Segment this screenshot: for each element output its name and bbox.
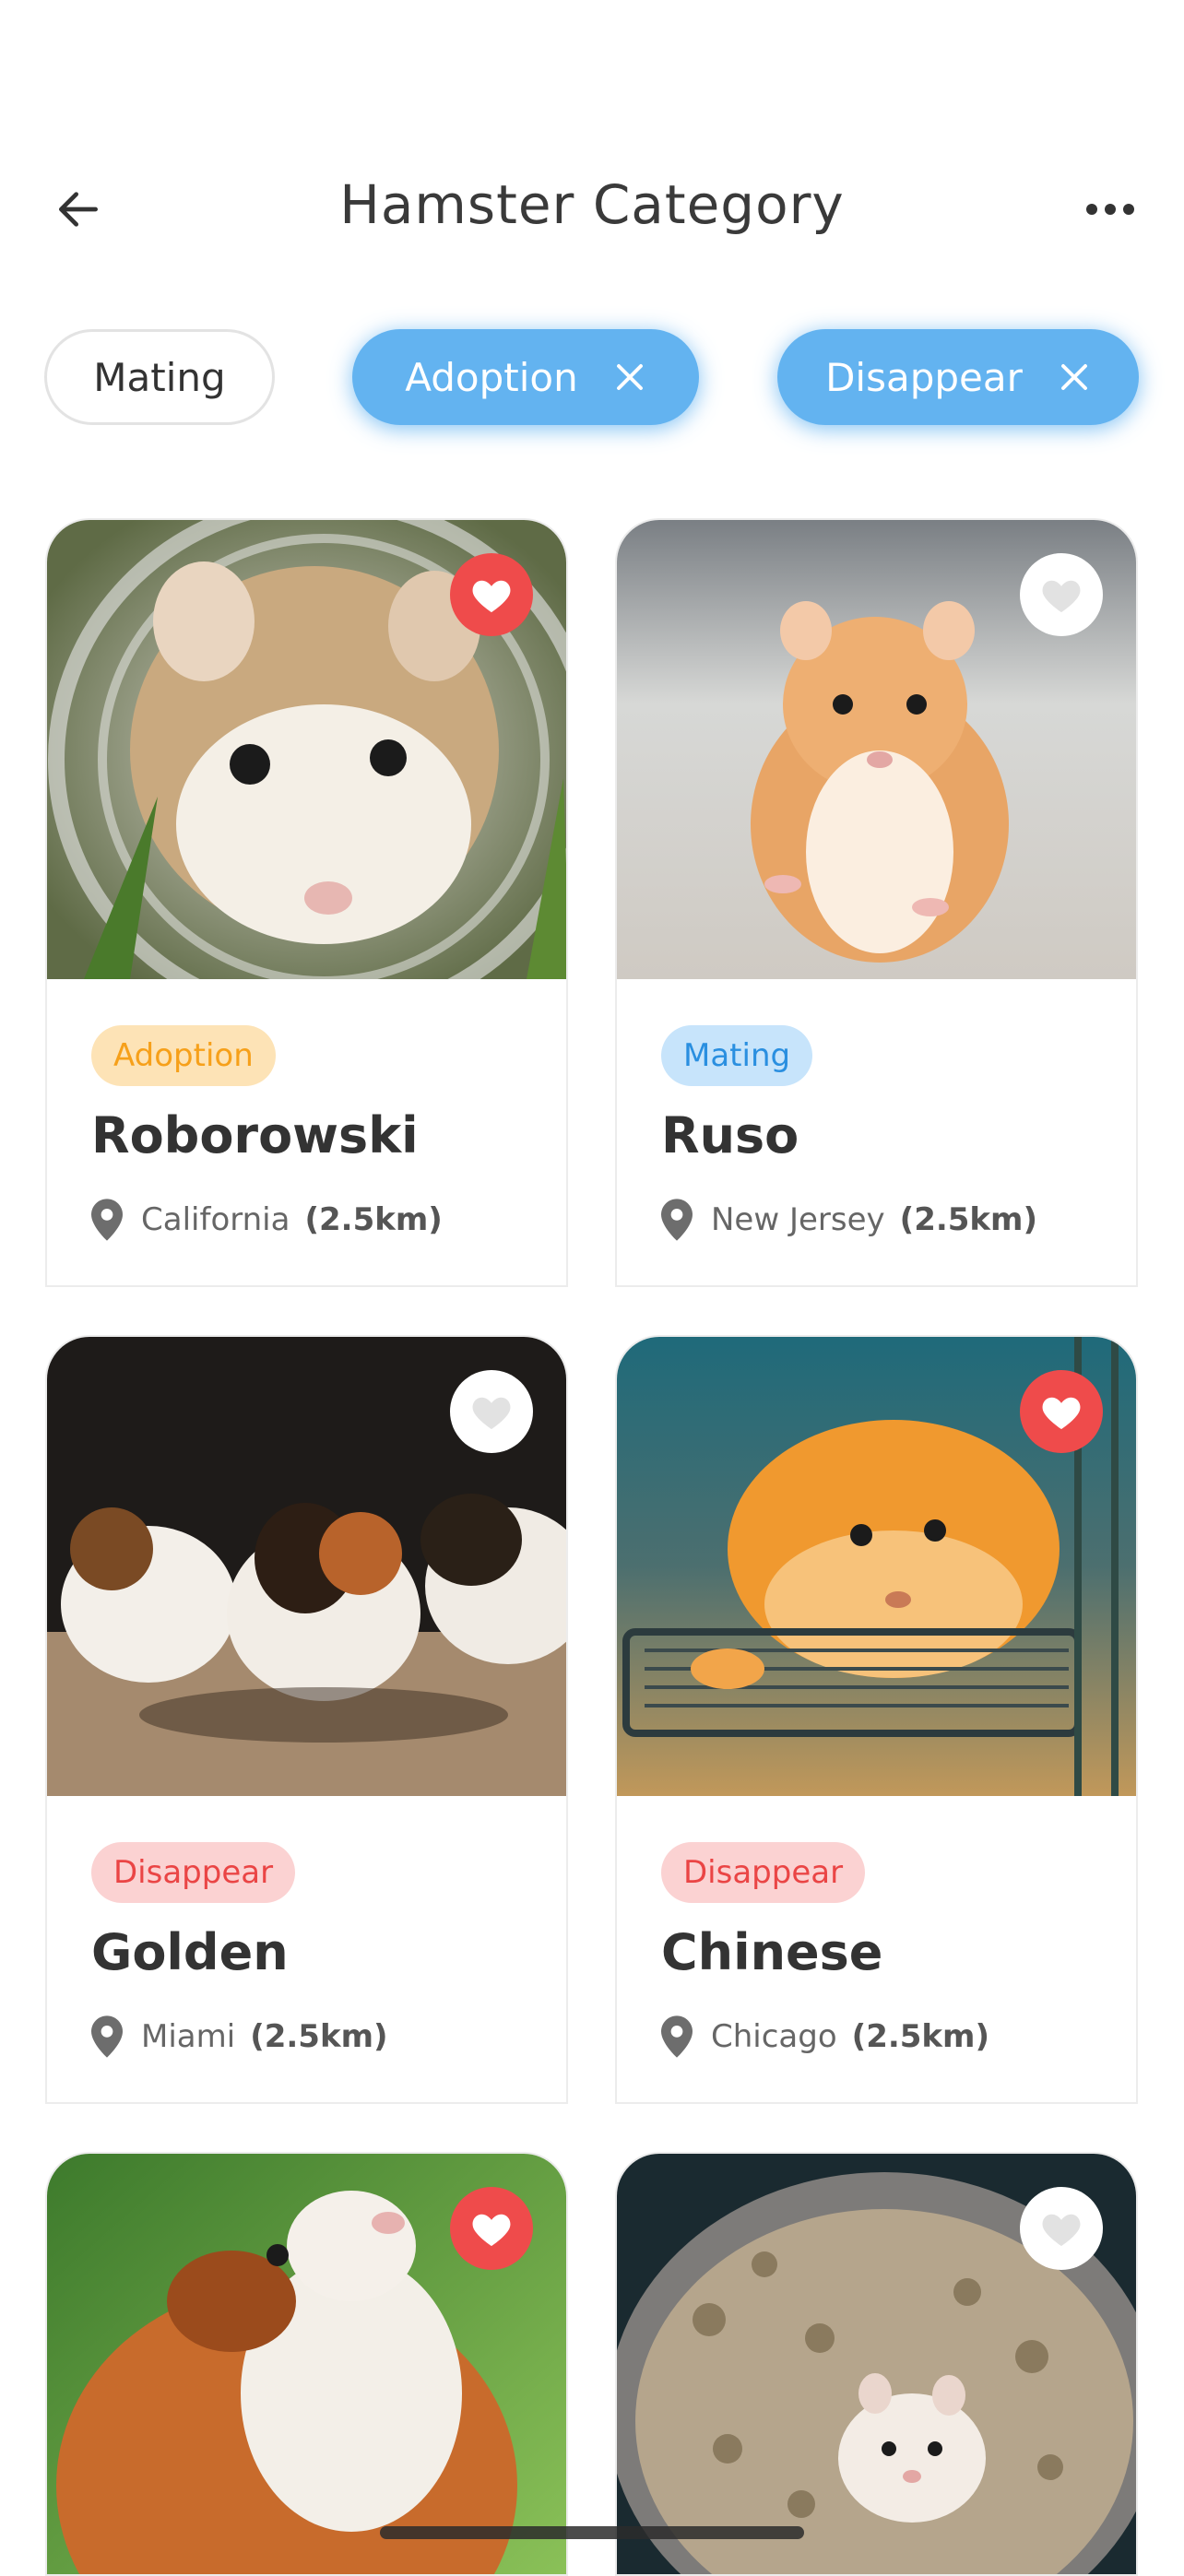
page-title: Hamster Category	[339, 173, 845, 236]
location-pin-icon	[661, 1199, 693, 1241]
status-badge: Disappear	[661, 1842, 866, 1903]
heart-icon	[472, 1397, 511, 1430]
heart-icon	[472, 580, 511, 613]
close-icon[interactable]	[613, 360, 646, 394]
favorite-button[interactable]	[450, 553, 533, 636]
home-indicator[interactable]	[380, 2526, 804, 2539]
location-name: Chicago	[711, 2018, 837, 2055]
distance: (2.5km)	[250, 2018, 388, 2055]
pet-name: Golden	[91, 1923, 289, 1981]
favorite-button[interactable]	[1020, 553, 1103, 636]
filter-chip-label: Mating	[93, 354, 226, 400]
location: Chicago (2.5km)	[661, 2015, 989, 2058]
close-icon[interactable]	[1058, 360, 1091, 394]
filter-chip-disappear[interactable]: Disappear	[777, 329, 1139, 425]
status-badge: Adoption	[91, 1025, 276, 1086]
location-name: New Jersey	[711, 1201, 885, 1238]
pet-name: Ruso	[661, 1106, 799, 1164]
favorite-button[interactable]	[1020, 1370, 1103, 1453]
location-name: California	[141, 1201, 290, 1238]
more-options-button[interactable]	[1073, 177, 1147, 242]
pet-card[interactable]: Disappear Chinese Chicago (2.5km)	[615, 1335, 1138, 2104]
filter-chip-label: Disappear	[825, 354, 1023, 400]
location-name: Miami	[141, 2018, 236, 2055]
distance: (2.5km)	[304, 1201, 443, 1238]
distance: (2.5km)	[899, 1201, 1038, 1238]
distance: (2.5km)	[851, 2018, 990, 2055]
location-pin-icon	[91, 1199, 123, 1241]
heart-icon	[1042, 2214, 1081, 2247]
pet-card[interactable]: Disappear Golden Miami (2.5km)	[45, 1335, 568, 2104]
heart-icon	[1042, 1397, 1081, 1430]
heart-icon	[472, 2214, 511, 2247]
favorite-button[interactable]	[1020, 2187, 1103, 2270]
filter-chip-mating[interactable]: Mating	[44, 329, 275, 425]
pet-name: Chinese	[661, 1923, 883, 1981]
heart-icon	[1042, 580, 1081, 613]
status-badge: Disappear	[91, 1842, 296, 1903]
filter-chips: Mating Adoption Disappear	[0, 329, 1184, 431]
more-dots-icon	[1086, 204, 1134, 215]
location-pin-icon	[91, 2015, 123, 2058]
location: New Jersey (2.5km)	[661, 1199, 1037, 1241]
filter-chip-label: Adoption	[405, 354, 578, 400]
location: Miami (2.5km)	[91, 2015, 388, 2058]
pet-card[interactable]: Adoption Roborowski California (2.5km)	[45, 518, 568, 1287]
location-pin-icon	[661, 2015, 693, 2058]
pet-card[interactable]	[615, 2152, 1138, 2576]
status-badge: Mating	[661, 1025, 813, 1086]
favorite-button[interactable]	[450, 1370, 533, 1453]
favorite-button[interactable]	[450, 2187, 533, 2270]
filter-chip-adoption[interactable]: Adoption	[352, 329, 699, 425]
pet-name: Roborowski	[91, 1106, 419, 1164]
pet-card[interactable]: Mating Ruso New Jersey (2.5km)	[615, 518, 1138, 1287]
app-header: Hamster Category	[0, 148, 1184, 267]
location: California (2.5km)	[91, 1199, 443, 1241]
pet-card[interactable]	[45, 2152, 568, 2576]
